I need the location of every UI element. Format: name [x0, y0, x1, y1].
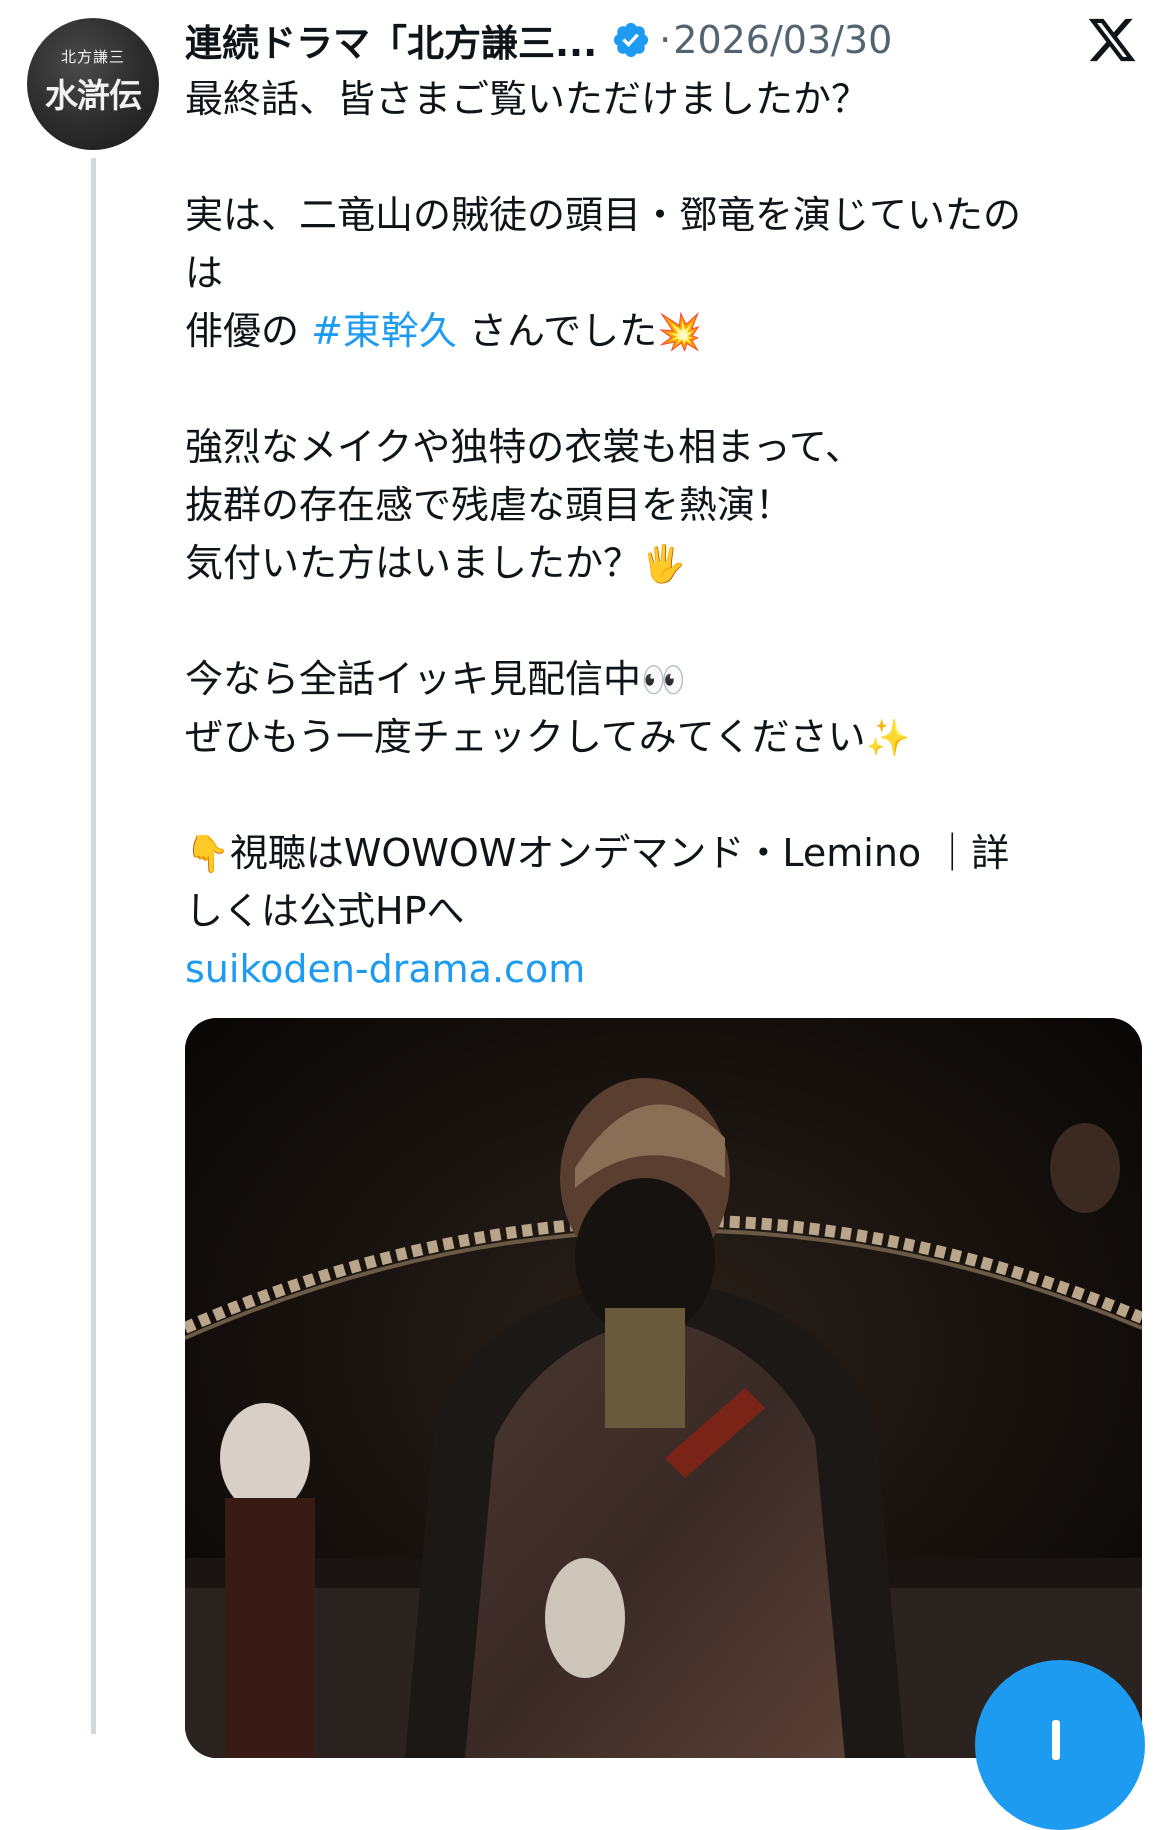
- avatar-big-text: 水滸伝: [45, 75, 142, 115]
- emoji-icon: 💥: [657, 312, 702, 353]
- compose-button[interactable]: [975, 1660, 1145, 1830]
- tweet-line: 強烈なメイクや独特の衣裳も相まって、: [185, 418, 1125, 476]
- emoji-icon: 🖐: [641, 544, 686, 585]
- display-name[interactable]: 連続ドラマ「北方謙三...: [185, 13, 597, 67]
- verified-badge-icon: [611, 20, 651, 60]
- tweet-line: 今なら全話イッキ見配信中👀: [185, 650, 1125, 708]
- avatar-small-text: 北方謙三: [60, 47, 125, 66]
- avatar[interactable]: 北方謙三 水滸伝: [27, 18, 159, 150]
- x-logo-icon[interactable]: [1086, 14, 1138, 66]
- tweet-text: は: [185, 251, 224, 295]
- tweet-text: 気付いた方はいましたか？: [185, 541, 642, 585]
- emoji-icon: ✨: [865, 718, 911, 759]
- tweet-body: 最終話、皆さまご覧いただけましたか？ 実は、二竜山の賊徒の頭目・鄧竜を演じていたの…: [185, 70, 1125, 998]
- url-link[interactable]: suikoden-drama.com: [185, 947, 585, 991]
- tweet-text: さんでした: [456, 309, 658, 353]
- tweet-line: は: [185, 244, 1125, 302]
- photo-icon: [185, 1018, 1142, 1758]
- tweet-line: 気付いた方はいましたか？🖐: [185, 534, 1125, 592]
- tweet-text: 今なら全話イッキ見配信中: [185, 657, 642, 701]
- tweet-line: suikoden-drama.com: [185, 940, 1125, 998]
- tweet-line: 👇視聴はWOWOWオンデマンド・Lemino ｜詳: [185, 824, 1125, 882]
- tweet-line: 抜群の存在感で残虐な頭目を熱演！: [185, 476, 1125, 534]
- emoji-icon: 👀: [641, 660, 686, 701]
- tweet-line: 俳優の #東幹久 さんでした💥: [185, 302, 1125, 360]
- tweet-text: ぜひもう一度チェックしてみてください: [185, 715, 866, 759]
- hashtag-link[interactable]: #東幹久: [311, 309, 457, 353]
- tweet-text: 最終話、皆さまご覧いただけましたか？: [185, 77, 870, 121]
- separator-dot: ·: [659, 18, 672, 62]
- post-date[interactable]: 2026/03/30: [673, 18, 892, 62]
- tweet-text: 俳優の: [185, 309, 312, 353]
- tweet-line: しくは公式HPへ: [185, 882, 1125, 940]
- tweet-text: 視聴はWOWOWオンデマンド・Lemino ｜詳: [229, 831, 1010, 875]
- tweet-line: ぜひもう一度チェックしてみてください✨: [185, 708, 1125, 766]
- tweet-line: 最終話、皆さまご覧いただけましたか？: [185, 70, 1125, 128]
- tweet-text: 強烈なメイクや独特の衣裳も相まって、: [185, 425, 863, 469]
- tweet-header: 連続ドラマ「北方謙三... · 2026/03/30: [185, 12, 892, 68]
- tweet-text: 抜群の存在感で残虐な頭目を熱演！: [185, 483, 794, 527]
- tweet-text: 実は、二竜山の賊徒の頭目・鄧竜を演じていたの: [185, 193, 1022, 237]
- media-photo[interactable]: [185, 1018, 1142, 1758]
- tweet-text: しくは公式HPへ: [185, 889, 465, 933]
- thread-line: [91, 158, 96, 1734]
- emoji-icon: 👇: [185, 834, 230, 875]
- plus-icon: [1052, 1720, 1060, 1760]
- tweet-line: 実は、二竜山の賊徒の頭目・鄧竜を演じていたの: [185, 186, 1125, 244]
